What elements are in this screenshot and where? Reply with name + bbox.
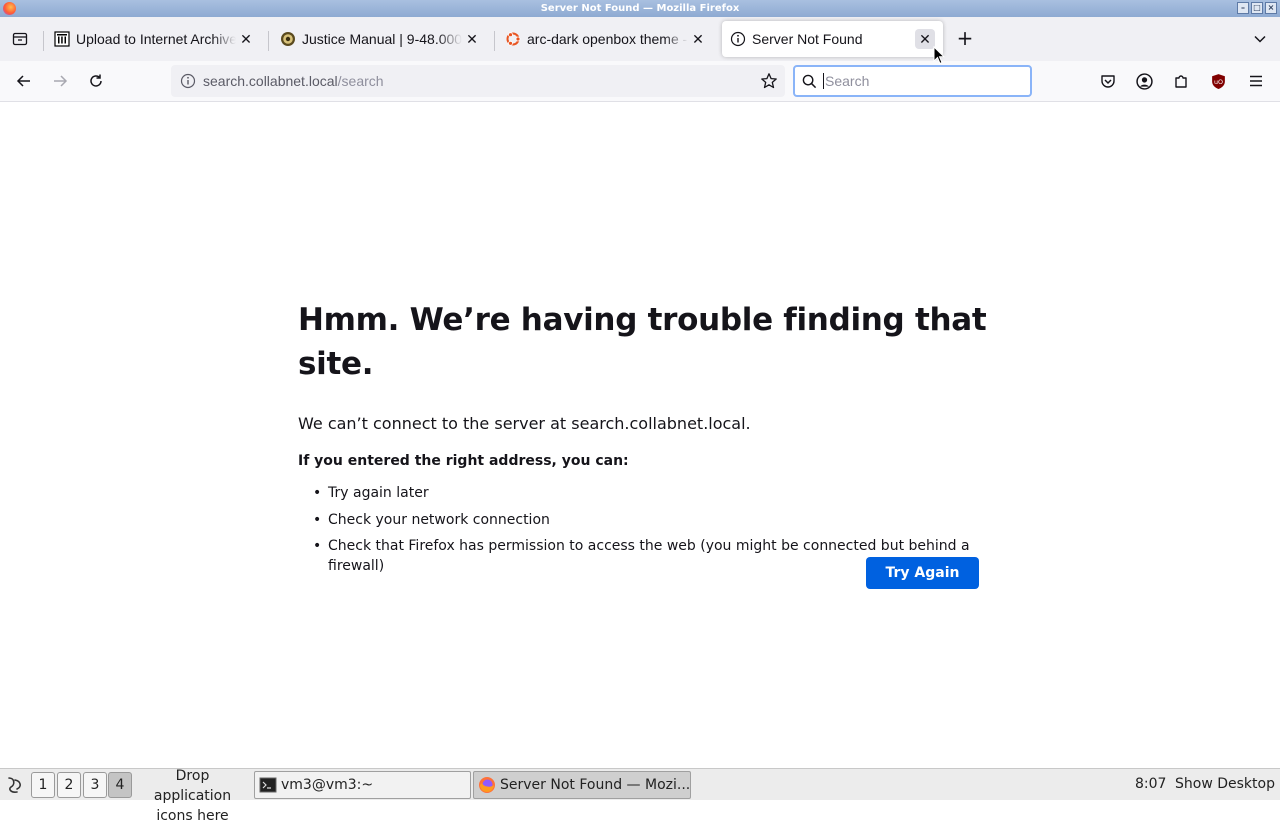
error-hint: If you entered the right address, you ca… [298,453,629,469]
tab-list-button[interactable] [8,27,32,51]
tab-label: Justice Manual | 9-48.000 [302,31,462,47]
mouse-cursor-icon [933,46,945,65]
taskbar: 1 2 3 4 Drop application icons here vm3@… [0,768,1280,824]
firefox-icon [479,777,495,793]
list-item: Try again later [313,483,988,510]
tab-upload-archive[interactable]: Upload to Internet Archive ✕ [46,21,264,57]
tab-label: Server Not Found [752,31,863,47]
ubuntu-icon [505,31,521,47]
tab-strip: Upload to Internet Archive ✕ Justice Man… [0,17,1280,61]
error-description: We can’t connect to the server at search… [298,414,751,433]
hamburger-menu-icon [1250,75,1262,87]
error-title: Hmm. We’re having trouble finding that s… [298,302,987,382]
new-tab-button[interactable]: + [953,27,977,51]
clock: 8:07 [1135,776,1167,792]
error-container: Hmm. We’re having trouble finding that s… [298,298,988,574]
workspace-2-button[interactable]: 2 [57,772,81,798]
try-again-button[interactable]: Try Again [866,557,979,589]
forward-button[interactable] [48,69,72,93]
close-tab-button[interactable]: ✕ [236,29,256,49]
navigation-toolbar: search.collabnet.local/search uO [0,61,1280,102]
account-icon [1135,72,1153,90]
task-label: Server Not Found — Mozi... [500,777,691,793]
tab-label: Upload to Internet Archive [76,31,236,47]
pocket-button[interactable] [1096,69,1120,93]
back-button[interactable] [12,69,36,93]
terminal-icon [259,777,277,793]
extensions-button[interactable] [1169,69,1193,93]
close-tab-button[interactable]: ✕ [688,29,708,49]
app-menu-button[interactable] [1244,69,1268,93]
tab-separator [43,31,44,51]
tab-label: arc-dark openbox theme - [527,31,688,47]
reload-button[interactable] [84,69,108,93]
url-bar[interactable]: search.collabnet.local/search [171,65,785,97]
window-titlebar: Server Not Found — Mozilla Firefox – □ × [0,0,1280,17]
tab-server-not-found[interactable]: Server Not Found ✕ [722,21,943,57]
search-icon [795,74,823,89]
account-button[interactable] [1132,69,1156,93]
page-content: Hmm. We’re having trouble finding that s… [0,102,1280,768]
task-terminal[interactable]: vm3@vm3:~ [254,771,471,799]
show-desktop-button[interactable]: Show Desktop [1175,776,1275,792]
arrow-left-icon [16,75,30,87]
url-path: /search [337,73,384,89]
pocket-icon [1101,75,1115,88]
window-title: Server Not Found — Mozilla Firefox [540,3,740,14]
tab-list-icon [12,32,28,46]
tab-arc-dark[interactable]: arc-dark openbox theme - ✕ [497,21,716,57]
chevron-down-icon [1254,35,1266,43]
list-all-tabs-button[interactable] [1248,27,1272,51]
site-info-icon[interactable] [173,73,203,89]
launcher-drop-area[interactable]: Drop application icons here [135,766,250,826]
bookmark-star-button[interactable] [759,71,779,91]
search-input[interactable] [823,73,1013,89]
application-menu-button[interactable] [2,772,28,798]
doj-seal-icon [280,31,296,47]
workspace-4-button[interactable]: 4 [108,772,132,798]
info-icon [730,31,746,47]
task-firefox[interactable]: Server Not Found — Mozi... [473,771,691,799]
tab-separator [494,31,495,51]
reload-icon [90,74,102,87]
firefox-icon [3,2,16,15]
tab-separator [268,31,269,51]
svg-text:uO: uO [1213,78,1222,86]
workspace-3-button[interactable]: 3 [83,772,107,798]
arrow-right-icon [54,75,68,87]
close-tab-button[interactable]: ✕ [462,29,482,49]
search-bar[interactable] [793,65,1032,97]
tab-justice-manual[interactable]: Justice Manual | 9-48.000 ✕ [272,21,490,57]
ublock-shield-icon: uO [1211,73,1225,89]
url-host: search.collabnet.local [203,73,338,89]
star-icon [761,73,777,89]
maximize-button[interactable]: □ [1251,2,1263,14]
menu-launcher-icon [8,777,21,793]
minimize-button[interactable]: – [1237,2,1249,14]
task-label: vm3@vm3:~ [281,777,374,793]
close-tab-button[interactable]: ✕ [915,29,935,49]
suggestion-list: Try again later Check your network conne… [298,483,988,574]
url-text[interactable]: search.collabnet.local/search [203,73,384,89]
puzzle-icon [1175,75,1187,88]
ublock-origin-button[interactable]: uO [1206,69,1230,93]
list-item: Check your network connection [313,510,988,537]
workspace-1-button[interactable]: 1 [31,772,55,798]
close-window-button[interactable]: × [1265,2,1277,14]
internet-archive-icon [54,31,70,47]
